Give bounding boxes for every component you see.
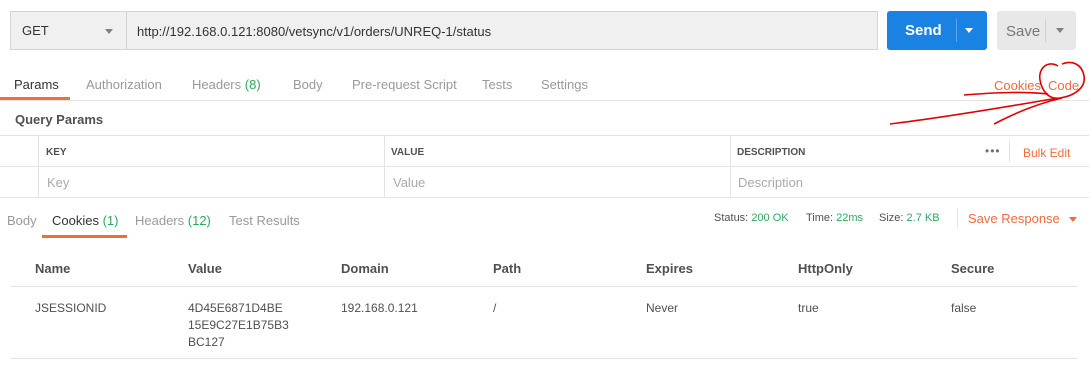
tab-params[interactable]: Params xyxy=(14,77,59,92)
bulk-edit-link[interactable]: Bulk Edit xyxy=(1023,146,1070,160)
cookie-value-line: 4D45E6871D4BE xyxy=(188,301,283,315)
cookie-col-value: Value xyxy=(188,261,222,276)
tab-pre-request-script[interactable]: Pre-request Script xyxy=(352,77,457,92)
time-value: 22ms xyxy=(836,212,864,224)
save-button[interactable]: Save xyxy=(997,11,1076,50)
method-label: GET xyxy=(22,23,49,38)
query-params-title: Query Params xyxy=(15,112,104,127)
cookie-value-line: BC127 xyxy=(188,335,225,349)
tab-tests[interactable]: Tests xyxy=(482,77,512,92)
save-response-divider xyxy=(957,208,958,228)
key-input[interactable]: Key xyxy=(47,175,69,190)
save-label: Save xyxy=(1006,23,1041,40)
size-label: Size: xyxy=(879,212,904,224)
tab-params-label: Params xyxy=(14,77,59,92)
chevron-down-icon xyxy=(105,29,113,34)
cookie-value: 4D45E6871D4BE 15E9C27E1B75B3 BC127 xyxy=(188,300,289,351)
active-response-tab-indicator xyxy=(42,235,127,238)
cookie-expires: Never xyxy=(646,301,679,315)
col-divider xyxy=(384,135,385,197)
cookie-secure: false xyxy=(951,301,977,315)
annotation-stroke xyxy=(889,97,1059,125)
tab-authorization-label: Authorization xyxy=(86,77,162,92)
col-divider xyxy=(730,135,731,197)
params-row-bottom-border xyxy=(0,197,1089,198)
cookie-col-domain: Domain xyxy=(341,261,389,276)
annotation-stroke xyxy=(963,91,1049,96)
save-dropdown-icon[interactable] xyxy=(1056,28,1064,33)
response-tab-cookies-label: Cookies xyxy=(52,213,99,228)
chevron-down-icon xyxy=(1069,217,1078,223)
response-tab-cookies[interactable]: Cookies (1) xyxy=(52,213,118,228)
status-value: 200 OK xyxy=(751,212,789,224)
tab-headers-count: (8) xyxy=(244,77,261,92)
response-status: Status: 200 OK xyxy=(714,212,789,224)
description-input[interactable]: Description xyxy=(738,175,803,190)
save-response-button[interactable]: Save Response xyxy=(968,211,1078,226)
bulk-divider xyxy=(1009,140,1010,162)
col-divider xyxy=(38,135,39,197)
status-label: Status: xyxy=(714,212,749,224)
response-tab-cookies-count: (1) xyxy=(102,213,119,228)
response-tab-headers-count: (12) xyxy=(187,213,211,228)
params-header-bottom-border xyxy=(0,166,1089,167)
response-tab-body-label: Body xyxy=(7,213,37,228)
tab-settings-label: Settings xyxy=(541,77,588,92)
tab-authorization[interactable]: Authorization xyxy=(86,77,162,92)
response-size: Size: 2.7 KB xyxy=(879,212,940,224)
tab-tests-label: Tests xyxy=(482,77,513,92)
col-value-header: VALUE xyxy=(391,147,425,158)
send-button[interactable]: Send xyxy=(887,11,987,50)
response-tab-headers[interactable]: Headers (12) xyxy=(135,213,211,228)
url-input[interactable]: http://192.168.0.121:8080/vetsync/v1/ord… xyxy=(126,11,878,50)
response-tab-body[interactable]: Body xyxy=(7,213,37,228)
params-header-top-border xyxy=(0,135,1089,136)
more-options-icon[interactable]: ••• xyxy=(985,144,1001,158)
cookie-col-path: Path xyxy=(493,261,522,276)
col-description-header: DESCRIPTION xyxy=(737,147,806,158)
cookie-name: JSESSIONID xyxy=(35,301,107,315)
tab-settings[interactable]: Settings xyxy=(541,77,588,92)
annotation-circle xyxy=(1038,61,1085,100)
tab-body[interactable]: Body xyxy=(293,77,323,92)
cookie-col-secure: Secure xyxy=(951,261,995,276)
response-time: Time: 22ms xyxy=(806,212,863,224)
annotation-stroke xyxy=(993,97,1063,125)
response-tab-test-results-label: Test Results xyxy=(229,213,300,228)
send-dropdown-icon[interactable] xyxy=(965,28,973,33)
save-response-label: Save Response xyxy=(968,211,1060,226)
cookies-row-border xyxy=(11,358,1077,359)
cookie-httponly: true xyxy=(798,301,819,315)
value-input[interactable]: Value xyxy=(393,175,425,190)
send-divider xyxy=(956,19,957,42)
annotation-overlay xyxy=(889,61,1085,125)
size-value: 2.7 KB xyxy=(906,212,940,224)
send-label: Send xyxy=(905,22,942,39)
tab-headers[interactable]: Headers (8) xyxy=(192,77,261,92)
method-select[interactable]: GET xyxy=(10,11,126,50)
cookie-col-expires: Expires xyxy=(646,261,693,276)
tab-headers-label: Headers xyxy=(192,77,242,92)
cookies-header-border xyxy=(11,286,1077,287)
cookie-col-name: Name xyxy=(35,261,71,276)
url-text: http://192.168.0.121:8080/vetsync/v1/ord… xyxy=(137,24,492,39)
cookie-col-httponly: HttpOnly xyxy=(798,261,853,276)
save-divider xyxy=(1045,19,1046,42)
cookie-value-line: 15E9C27E1B75B3 xyxy=(188,318,289,332)
response-tab-test-results[interactable]: Test Results xyxy=(229,213,300,228)
col-key-header: KEY xyxy=(46,147,67,158)
time-label: Time: xyxy=(806,212,834,224)
tab-body-label: Body xyxy=(293,77,323,92)
tab-pre-request-label: Pre-request Script xyxy=(352,77,457,92)
cookie-path: / xyxy=(493,301,497,315)
cookie-domain: 192.168.0.121 xyxy=(341,301,418,315)
response-tab-headers-label: Headers xyxy=(135,213,185,228)
